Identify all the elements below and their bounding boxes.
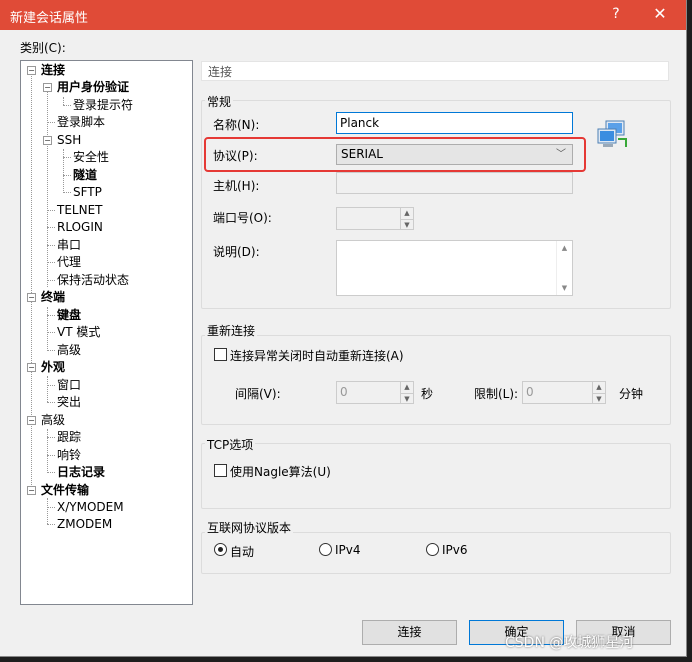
tree-line	[63, 97, 64, 105]
tree-item-bell[interactable]: 响铃	[55, 447, 83, 463]
tree-item-proxy[interactable]: 代理	[55, 254, 83, 270]
chevron-down-icon: ﹀	[556, 149, 566, 160]
interval-unit: 秒	[421, 387, 434, 401]
tree-item-xymodem[interactable]: X/YMODEM	[55, 499, 126, 515]
tree-item-telnet[interactable]: TELNET	[55, 202, 105, 218]
name-input[interactable]: Planck	[336, 112, 573, 134]
ipv4-radio[interactable]	[319, 543, 332, 556]
nagle-checkbox[interactable]	[214, 464, 227, 477]
ip-version-group-title: 互联网协议版本	[205, 519, 294, 536]
tree-line	[31, 73, 32, 495]
protocol-value: SERIAL	[341, 147, 383, 161]
port-spinner[interactable]: ▲ ▼	[400, 207, 414, 230]
ipv6-radio[interactable]	[426, 543, 439, 556]
interval-spinner[interactable]: ▲ ▼	[400, 381, 414, 404]
limit-spinner[interactable]: ▲ ▼	[592, 381, 606, 404]
tree-item-highlight[interactable]: 突出	[55, 394, 83, 410]
tcp-group-title: TCP选项	[205, 436, 256, 453]
tree-item-rlogin[interactable]: RLOGIN	[55, 219, 105, 235]
interval-label: 间隔(V):	[235, 387, 281, 401]
computer-icon	[597, 120, 627, 147]
tree-line	[47, 89, 48, 287]
port-label: 端口号(O):	[213, 211, 272, 225]
connect-button[interactable]: 连接	[362, 620, 457, 645]
collapse-appearance-icon[interactable]: −	[27, 363, 36, 372]
collapse-auth-icon[interactable]: −	[43, 83, 52, 92]
breadcrumb: 连接	[201, 61, 669, 81]
tree-item-keepalive[interactable]: 保持活动状态	[55, 272, 131, 288]
tree-item-zmodem[interactable]: ZMODEM	[55, 516, 114, 532]
name-label: 名称(N):	[213, 118, 260, 132]
tree-item-logging[interactable]: 日志记录	[55, 464, 107, 480]
tree-line	[47, 498, 48, 524]
tree-item-ssh[interactable]: SSH	[55, 132, 83, 148]
ipv6-label: IPv6	[442, 543, 468, 557]
scrollbar[interactable]: ▲ ▼	[556, 241, 572, 295]
tree-item-login-script[interactable]: 登录脚本	[55, 114, 107, 130]
category-tree[interactable]: − 连接 − 用户身份验证 登录提示符 登录脚本 − SSH 安全性 隧道 SF…	[20, 60, 193, 605]
tree-item-vt-mode[interactable]: VT 模式	[55, 324, 102, 340]
ipv4-label: IPv4	[335, 543, 361, 557]
auto-reconnect-label: 连接异常关闭时自动重新连接(A)	[230, 349, 404, 363]
tree-item-file-transfer[interactable]: 文件传输	[39, 482, 91, 498]
help-button[interactable]: ?	[608, 6, 624, 22]
tree-line	[47, 429, 48, 473]
watermark: CSDN @攻城狮星河	[505, 635, 634, 651]
tree-item-security[interactable]: 安全性	[71, 149, 111, 165]
description-textarea[interactable]: ▲ ▼	[336, 240, 573, 296]
tree-item-serial[interactable]: 串口	[55, 237, 83, 253]
limit-label: 限制(L):	[474, 387, 519, 401]
collapse-file-transfer-icon[interactable]: −	[27, 486, 36, 495]
host-label: 主机(H):	[213, 179, 260, 193]
collapse-connection-icon[interactable]: −	[27, 66, 36, 75]
tree-item-keyboard[interactable]: 键盘	[55, 307, 83, 323]
tree-item-login-prompt[interactable]: 登录提示符	[71, 97, 135, 113]
tree-item-appearance[interactable]: 外观	[39, 359, 67, 375]
general-group-title: 常规	[205, 93, 234, 110]
tree-line	[47, 376, 48, 402]
session-properties-dialog: 新建会话属性 ? ✕ 类别(C): − 连接 − 用户身份验证 登录提示符 登录…	[0, 0, 687, 657]
collapse-advanced-icon[interactable]: −	[27, 416, 36, 425]
nagle-label: 使用Nagle算法(U)	[230, 465, 331, 479]
tree-item-auth[interactable]: 用户身份验证	[55, 79, 131, 95]
category-label: 类别(C):	[20, 41, 66, 55]
description-label: 说明(D):	[213, 245, 260, 259]
tree-item-window[interactable]: 窗口	[55, 377, 83, 393]
tree-item-tunnel[interactable]: 隧道	[71, 167, 99, 183]
limit-unit: 分钟	[619, 387, 644, 401]
close-button[interactable]: ✕	[650, 4, 670, 23]
port-input[interactable]	[336, 207, 401, 230]
tree-item-terminal-advanced[interactable]: 高级	[55, 342, 83, 358]
reconnect-group-title: 重新连接	[205, 322, 258, 339]
tree-item-advanced[interactable]: 高级	[39, 412, 67, 428]
ip-auto-label: 自动	[230, 545, 255, 559]
tree-item-connection[interactable]: 连接	[39, 62, 67, 78]
tree-item-trace[interactable]: 跟踪	[55, 429, 83, 445]
collapse-terminal-icon[interactable]: −	[27, 293, 36, 302]
tree-line	[47, 307, 48, 349]
title-bar: 新建会话属性 ? ✕	[0, 0, 686, 30]
tree-line	[63, 149, 64, 193]
ip-auto-radio[interactable]	[214, 543, 227, 556]
tree-item-sftp[interactable]: SFTP	[71, 184, 104, 200]
tree-item-terminal[interactable]: 终端	[39, 289, 67, 305]
limit-input[interactable]: 0	[522, 381, 593, 404]
collapse-ssh-icon[interactable]: −	[43, 136, 52, 145]
window-title: 新建会话属性	[10, 11, 89, 26]
host-input[interactable]	[336, 172, 573, 194]
interval-input[interactable]: 0	[336, 381, 401, 404]
protocol-select[interactable]: SERIAL ﹀	[336, 144, 573, 165]
protocol-label: 协议(P):	[213, 149, 258, 163]
auto-reconnect-checkbox[interactable]	[214, 348, 227, 361]
